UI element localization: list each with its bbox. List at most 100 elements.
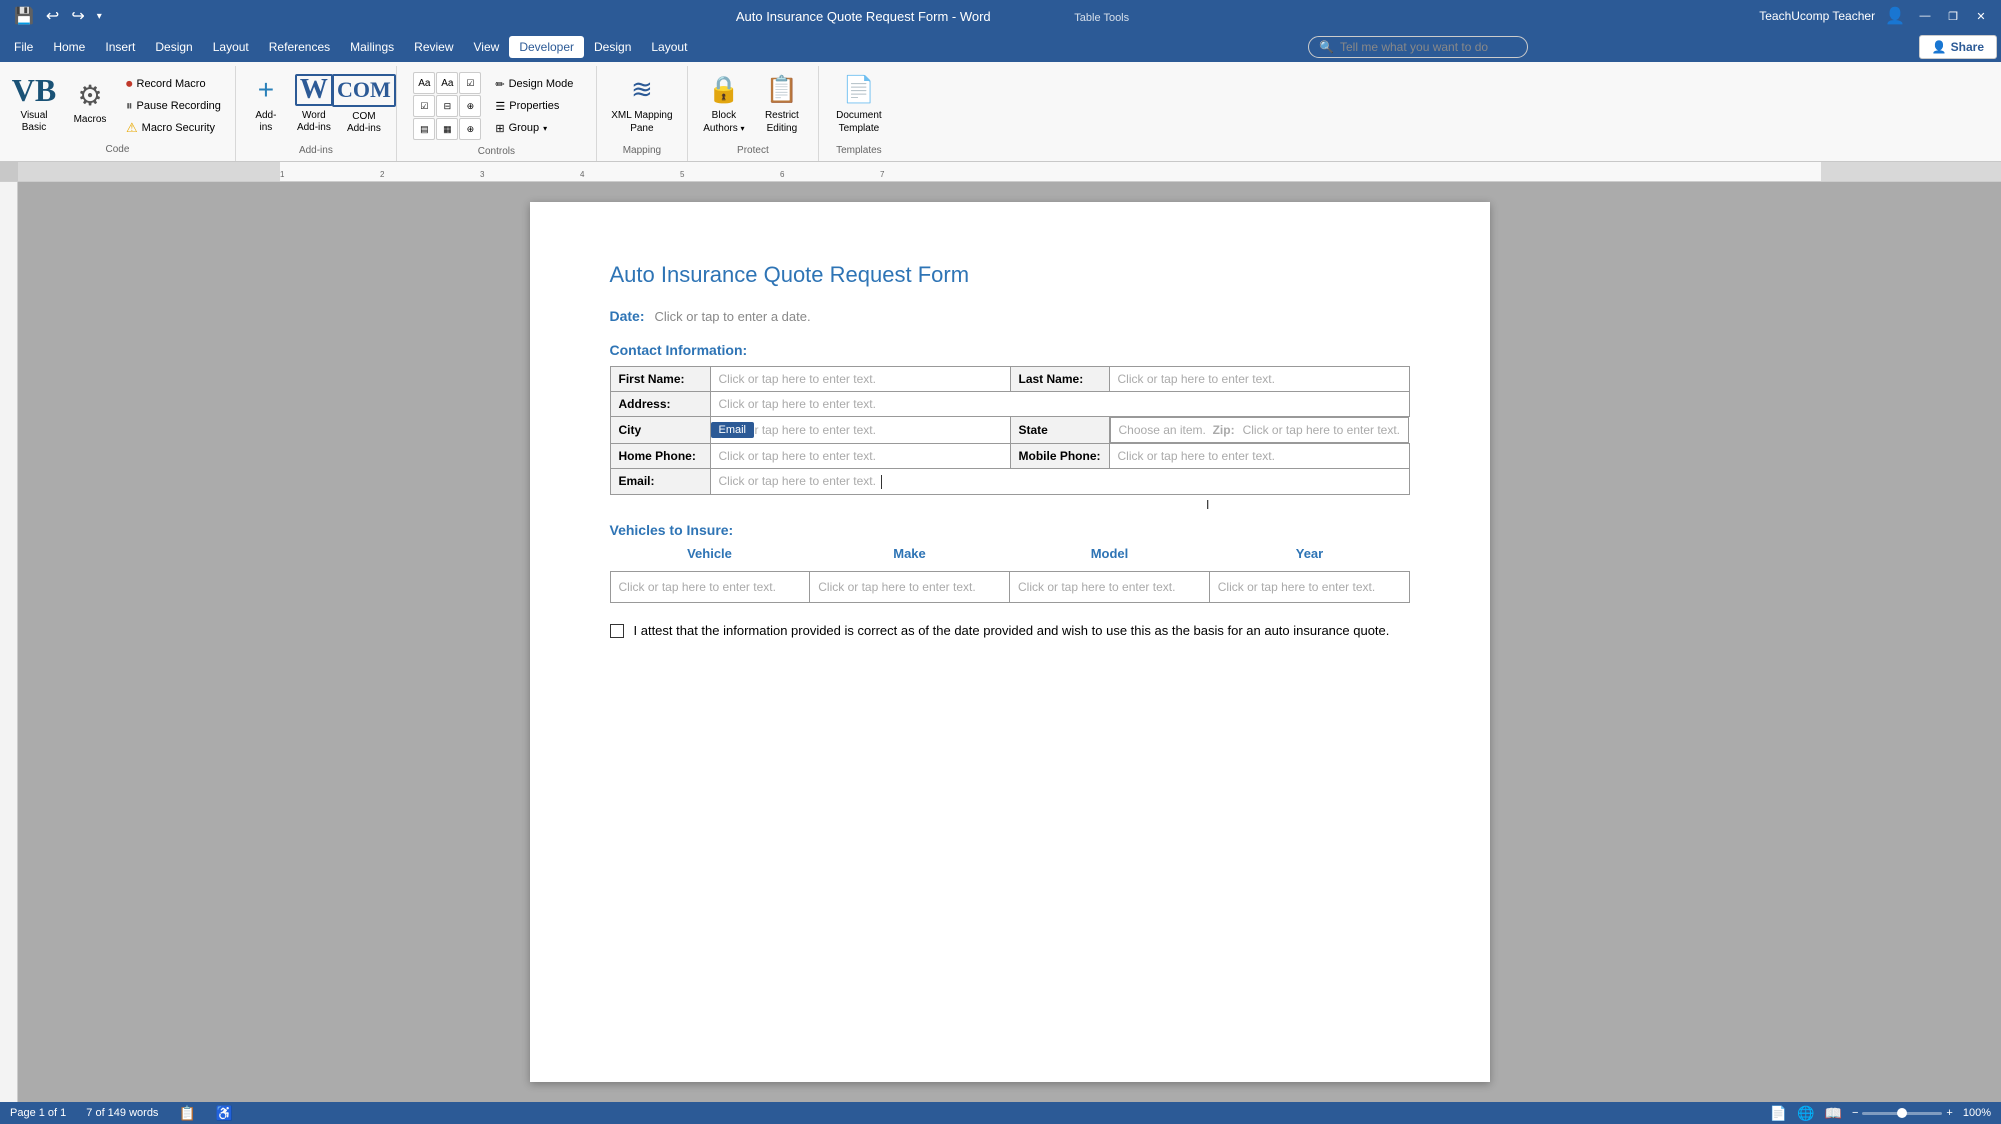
accessibility-icon[interactable]: ♿	[216, 1105, 233, 1122]
zip-input[interactable]: Click or tap here to enter text.	[1243, 423, 1400, 437]
make-input[interactable]: Click or tap here to enter text.	[810, 571, 1010, 602]
view-web-icon[interactable]: 🌐	[1797, 1105, 1814, 1122]
menu-review[interactable]: Review	[404, 36, 463, 58]
zoom-control[interactable]: − +	[1852, 1107, 1953, 1119]
record-macro-label: Record Macro	[137, 78, 206, 90]
menu-file[interactable]: File	[4, 36, 43, 58]
attestation-checkbox[interactable]	[610, 624, 624, 638]
table-row: Click or tap here to enter text. Click o…	[610, 571, 1409, 602]
ribbon-group-addins: + Add-ins W WordAdd-ins COM COMAdd-ins A…	[236, 66, 397, 161]
document-template-button[interactable]: 📄 DocumentTemplate	[827, 70, 891, 139]
ctrl-btn-6[interactable]: ⊕	[459, 95, 481, 117]
ctrl-btn-2[interactable]: Aa	[436, 72, 458, 94]
ctrl-btn-5[interactable]: ⊟	[436, 95, 458, 117]
menu-layout[interactable]: Layout	[203, 36, 259, 58]
code-group-content: VB VisualBasic ⚙ Macros ⏺ Record Macro ⏸…	[8, 70, 227, 138]
zip-label: Zip:	[1213, 423, 1239, 437]
year-input[interactable]: Click or tap here to enter text.	[1209, 571, 1409, 602]
templates-group-label: Templates	[836, 143, 882, 158]
properties-button[interactable]: ☰ Properties	[489, 96, 579, 116]
make-col-header: Make	[810, 546, 1010, 565]
vehicles-section-label: Vehicles to Insure:	[610, 522, 1410, 538]
macros-button[interactable]: ⚙ Macros	[64, 70, 116, 136]
word-add-ins-button[interactable]: W WordAdd-ins	[290, 70, 338, 138]
doc-area: Auto Insurance Quote Request Form Date: …	[18, 182, 2001, 1102]
ctrl-btn-8[interactable]: ▦	[436, 118, 458, 140]
word-count: 7 of 149 words	[86, 1107, 158, 1119]
tell-me-input[interactable]: 🔍 Tell me what you want to do	[1308, 36, 1528, 58]
ctrl-btn-3[interactable]: ☑	[459, 72, 481, 94]
ctrl-btn-1[interactable]: Aa	[413, 72, 435, 94]
last-name-input[interactable]: Click or tap here to enter text.	[1109, 367, 1409, 392]
save-button[interactable]: 💾	[10, 4, 38, 28]
mobile-phone-input[interactable]: Click or tap here to enter text.	[1109, 444, 1409, 469]
address-input[interactable]: Click or tap here to enter text.	[710, 392, 1409, 417]
menu-insert[interactable]: Insert	[95, 36, 145, 58]
vehicles-section: Vehicles to Insure: Vehicle Make Model Y…	[610, 522, 1410, 603]
menu-developer[interactable]: Developer	[509, 36, 584, 58]
design-mode-button[interactable]: ✏ Design Mode	[489, 74, 579, 94]
zoom-out-button[interactable]: −	[1852, 1107, 1858, 1119]
minimize-button[interactable]: —	[1915, 6, 1935, 26]
ctrl-btn-7[interactable]: ▤	[413, 118, 435, 140]
city-label: City	[610, 417, 710, 444]
ruler-left-gray	[18, 162, 280, 181]
proofing-icon[interactable]: 📋	[178, 1105, 195, 1122]
first-name-input[interactable]: Click or tap here to enter text.	[710, 367, 1010, 392]
document-template-icon: 📄	[843, 74, 875, 105]
home-phone-input[interactable]: Click or tap here to enter text.	[719, 449, 876, 463]
block-authors-button[interactable]: 🔒 BlockAuthors ▾	[696, 70, 752, 139]
record-macro-button[interactable]: ⏺ Record Macro	[120, 74, 227, 94]
email-input[interactable]: Click or tap here to enter text.	[710, 469, 1409, 495]
com-add-ins-button[interactable]: COM COMAdd-ins	[340, 70, 388, 139]
xml-mapping-icon: ≋	[631, 74, 653, 105]
state-input[interactable]: Choose an item.	[1119, 423, 1209, 437]
properties-label: Properties	[509, 100, 559, 112]
table-row: Email: Click or tap here to enter text.	[610, 469, 1409, 495]
visual-basic-button[interactable]: VB VisualBasic	[8, 70, 60, 138]
close-button[interactable]: ✕	[1971, 6, 1991, 26]
document-page: Auto Insurance Quote Request Form Date: …	[530, 202, 1490, 1082]
pause-recording-button[interactable]: ⏸ Pause Recording	[120, 96, 227, 116]
title-bar-right: TeachUcomp Teacher 👤 — ❐ ✕	[1759, 6, 1991, 26]
ctrl-btn-4[interactable]: ☑	[413, 95, 435, 117]
visual-basic-icon: VB	[12, 74, 56, 106]
xml-mapping-pane-button[interactable]: ≋ XML MappingPane	[605, 70, 679, 139]
menu-home[interactable]: Home	[43, 36, 95, 58]
zoom-slider-thumb	[1897, 1108, 1907, 1118]
zoom-slider-track[interactable]	[1862, 1112, 1942, 1115]
restore-button[interactable]: ❐	[1943, 6, 1963, 26]
ribbon-group-controls: Aa Aa ☑ ☑ ⊟ ⊕ ▤ ▦ ⊕ ✏ Design Mode	[397, 66, 597, 161]
group-dropdown-icon: ▾	[543, 124, 547, 133]
group-button[interactable]: ⊞ Group ▾	[489, 118, 579, 138]
restrict-editing-label: RestrictEditing	[765, 109, 799, 135]
date-input[interactable]: Click or tap to enter a date.	[655, 309, 811, 324]
email-tooltip-popup: Email	[711, 422, 755, 438]
add-ins-label: Add-ins	[255, 110, 276, 134]
quick-access-dropdown[interactable]: ▾	[93, 9, 106, 24]
view-read-icon[interactable]: 📖	[1825, 1105, 1842, 1122]
model-input[interactable]: Click or tap here to enter text.	[1010, 571, 1210, 602]
restrict-editing-button[interactable]: 📋 RestrictEditing	[754, 70, 810, 139]
ctrl-btn-9[interactable]: ⊕	[459, 118, 481, 140]
macro-security-label: Macro Security	[142, 122, 215, 134]
menu-table-layout[interactable]: Layout	[641, 36, 697, 58]
menu-view[interactable]: View	[464, 36, 510, 58]
macro-security-button[interactable]: ⚠ Macro Security	[120, 118, 227, 138]
zoom-in-button[interactable]: +	[1946, 1107, 1952, 1119]
menu-table-design[interactable]: Design	[584, 36, 641, 58]
menu-mailings[interactable]: Mailings	[340, 36, 404, 58]
redo-button[interactable]: ↪	[67, 4, 88, 28]
city-input[interactable]: Click or tap here to enter text.	[710, 417, 1010, 444]
menu-references[interactable]: References	[259, 36, 340, 58]
word-add-ins-icon: W	[295, 74, 333, 106]
page-indicator: Page 1 of 1	[10, 1107, 66, 1119]
share-button[interactable]: 👤 Share	[1919, 35, 1997, 59]
view-normal-icon[interactable]: 📄	[1770, 1105, 1787, 1122]
menu-design[interactable]: Design	[145, 36, 202, 58]
undo-button[interactable]: ↩	[42, 4, 63, 28]
mapping-group-content: ≋ XML MappingPane	[605, 70, 679, 139]
controls-group-label: Controls	[478, 144, 515, 159]
vehicle-input[interactable]: Click or tap here to enter text.	[610, 571, 810, 602]
add-ins-button[interactable]: + Add-ins	[244, 70, 288, 138]
